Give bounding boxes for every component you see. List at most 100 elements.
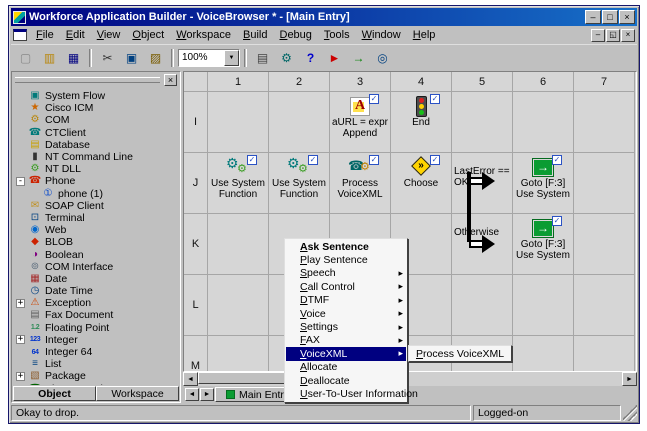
mdi-minimize-icon[interactable]: – [591, 29, 605, 42]
mdi-document-icon[interactable] [13, 29, 27, 41]
checkbox-icon[interactable]: ✓ [430, 94, 440, 104]
menu-item-voicexml[interactable]: VoiceXML▸ [286, 347, 406, 360]
panel-grip[interactable] [15, 77, 160, 83]
help-icon[interactable]: ? [299, 48, 322, 68]
tree-item-com-interface[interactable]: ⊚COM Interface [16, 261, 180, 273]
settings-gear-icon[interactable]: ⚙ [275, 48, 298, 68]
menu-item-settings[interactable]: Settings▸ [286, 320, 406, 333]
menu-item-allocate[interactable]: Allocate [286, 361, 406, 374]
cell-choose[interactable]: » ✓ Choose [391, 153, 452, 214]
grid-cell[interactable] [513, 336, 574, 372]
checkbox-icon[interactable]: ✓ [430, 155, 440, 165]
checkbox-icon[interactable]: ✓ [308, 155, 318, 165]
tree-item-exception[interactable]: +⚠Exception [16, 297, 180, 309]
tree-item-floating-point[interactable]: 1.2Floating Point [16, 322, 180, 334]
cell-assign[interactable]: A ✓ aURL = expr Append [330, 92, 391, 153]
find-icon[interactable]: ◎ [371, 48, 394, 68]
tree-item-list[interactable]: ≡List [16, 358, 180, 370]
tree-item-terminal[interactable]: ⊡Terminal [16, 212, 180, 224]
tab-object[interactable]: Object [13, 386, 96, 401]
cut-icon[interactable]: ✂ [96, 48, 119, 68]
menu-debug[interactable]: Debug [273, 27, 317, 43]
menu-item-user-to-user-information[interactable]: User-To-User Information [286, 387, 406, 400]
checkbox-icon[interactable]: ✓ [552, 155, 562, 165]
menu-object[interactable]: Object [126, 27, 170, 43]
tree-item-nt-dll[interactable]: ⚙NT DLL [16, 163, 180, 175]
tree-item-database[interactable]: ▤Database [16, 139, 180, 151]
grid-cell[interactable] [574, 214, 635, 275]
tree-item-fax-document[interactable]: ▤Fax Document [16, 309, 180, 321]
grid-cell[interactable] [574, 92, 635, 153]
open-icon[interactable]: ▥ [38, 48, 61, 68]
grid-cell[interactable] [513, 92, 574, 153]
run-icon[interactable]: → [347, 48, 370, 68]
maximize-icon[interactable]: □ [602, 10, 618, 24]
scrollbar-thumb[interactable] [198, 372, 290, 384]
flow-canvas[interactable]: 1 2 3 4 5 6 7 I J K L M [183, 71, 637, 372]
menu-item-dtmf[interactable]: DTMF▸ [286, 294, 406, 307]
cell-process-voicexml[interactable]: ☎⚙ ✓ Process VoiceXML [330, 153, 391, 214]
tree-item-system-flow[interactable]: ▣System Flow [16, 90, 180, 102]
tree-item-ctclient[interactable]: ☎CTClient [16, 127, 180, 139]
menu-view[interactable]: View [91, 27, 127, 43]
checkbox-icon[interactable]: ✓ [247, 155, 257, 165]
cell-goto-2[interactable]: → ✓ Goto [F:3] Use System [513, 214, 574, 275]
menu-tools[interactable]: Tools [318, 27, 356, 43]
zoom-select[interactable]: 100% ▼ [178, 49, 240, 67]
cell-end[interactable]: ✓ End [391, 92, 452, 153]
expand-icon[interactable]: + [16, 299, 25, 308]
resize-grip[interactable] [623, 405, 637, 421]
checkbox-icon[interactable]: ✓ [369, 155, 379, 165]
menu-item-play-sentence[interactable]: Play Sentence [286, 253, 406, 266]
menu-workspace[interactable]: Workspace [170, 27, 237, 43]
save-icon[interactable]: ▦ [62, 48, 85, 68]
tree-item-soap-client[interactable]: ✉SOAP Client [16, 200, 180, 212]
grid-cell[interactable] [574, 153, 635, 214]
menu-item-call-control[interactable]: Call Control▸ [286, 280, 406, 293]
paste-icon[interactable]: ▨ [144, 48, 167, 68]
new-icon[interactable]: ▢ [14, 48, 37, 68]
tree-item-date[interactable]: ▦Date [16, 273, 180, 285]
tree-item-package[interactable]: +▧Package [16, 370, 180, 382]
grid-cell[interactable] [208, 92, 269, 153]
grid-cell[interactable] [574, 275, 635, 336]
tab-scroll-left-icon[interactable]: ◄ [185, 388, 199, 401]
tree-item-phone[interactable]: -☎Phone [16, 175, 180, 187]
menu-window[interactable]: Window [356, 27, 407, 43]
menu-item-speech[interactable]: Speech▸ [286, 267, 406, 280]
canvas-horizontal-scrollbar[interactable]: ◄ ► [183, 372, 637, 386]
scroll-left-icon[interactable]: ◄ [183, 372, 198, 386]
menu-help[interactable]: Help [407, 27, 442, 43]
tree-item-cisco-icm[interactable]: ★Cisco ICM [16, 102, 180, 114]
scroll-right-icon[interactable]: ► [622, 372, 637, 386]
grid-cell[interactable] [513, 275, 574, 336]
minimize-icon[interactable]: – [585, 10, 601, 24]
menu-item-voice[interactable]: Voice▸ [286, 307, 406, 320]
collapse-icon[interactable]: - [16, 177, 25, 186]
menu-file[interactable]: File [30, 27, 60, 43]
expand-icon[interactable]: + [16, 335, 25, 344]
cell-use-system-function-2[interactable]: ⚙⚙ ✓ Use System Function [269, 153, 330, 214]
menu-item-process-voicexml[interactable]: Process VoiceXML [410, 347, 510, 360]
grid-cell[interactable] [269, 92, 330, 153]
grid-cell[interactable] [452, 275, 513, 336]
mdi-close-icon[interactable]: × [621, 29, 635, 42]
tab-scroll-right-icon[interactable]: ► [200, 388, 214, 401]
select-pointer-icon[interactable]: ► [323, 48, 346, 68]
mdi-restore-icon[interactable]: ◱ [606, 29, 620, 42]
expand-icon[interactable]: + [16, 372, 25, 381]
cell-use-system-function-1[interactable]: ⚙⚙ ✓ Use System Function [208, 153, 269, 214]
close-icon[interactable]: × [619, 10, 635, 24]
tree-item-integer-64[interactable]: 64Integer 64 [16, 346, 180, 358]
checkbox-icon[interactable]: ✓ [552, 216, 562, 226]
tree-item-web[interactable]: ◉Web [16, 224, 180, 236]
grid-cell[interactable] [574, 336, 635, 372]
menu-item-fax[interactable]: FAX▸ [286, 334, 406, 347]
tree-item-integer[interactable]: +123Integer [16, 334, 180, 346]
grid-cell[interactable] [208, 214, 269, 275]
tree-item-date-time[interactable]: ◷Date Time [16, 285, 180, 297]
grid-cell[interactable] [208, 275, 269, 336]
grid-cell[interactable] [208, 336, 269, 372]
copy-icon[interactable]: ▣ [120, 48, 143, 68]
tree-item-blob[interactable]: ◆BLOB [16, 236, 180, 248]
